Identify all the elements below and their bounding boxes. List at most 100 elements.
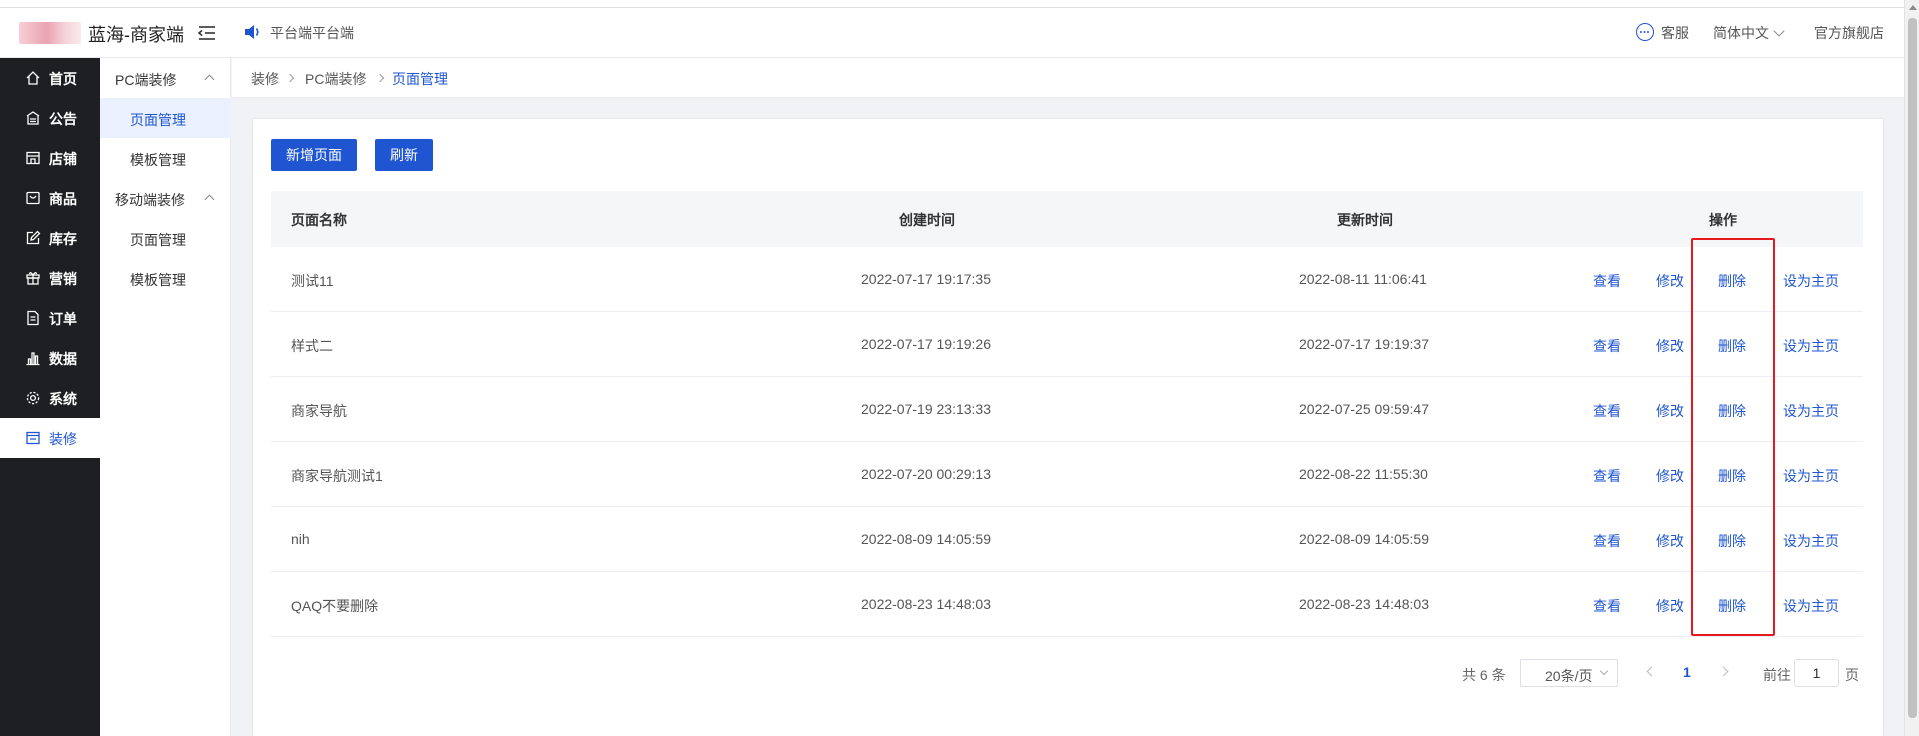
- document-icon: [27, 310, 39, 326]
- scrollbar-thumb[interactable]: [1908, 18, 1917, 718]
- customer-service-link[interactable]: 客服: [1661, 23, 1689, 43]
- menu-fold-icon[interactable]: [196, 23, 218, 43]
- app-title: 蓝海-商家端: [88, 25, 184, 45]
- submenu-group-mobile[interactable]: 移动端装修: [100, 178, 231, 218]
- sidebar-item-marketing[interactable]: 营销: [0, 258, 100, 298]
- column-header-actions: 操作: [1709, 212, 1737, 228]
- scroll-up-arrow-icon[interactable]: [1909, 5, 1917, 10]
- content-card: 新增页面 刷新 页面名称 创建时间 更新时间 操作 测试11 2022-07-1…: [252, 118, 1884, 736]
- breadcrumb: 装修 PC端装修 页面管理: [232, 58, 1904, 98]
- breadcrumb-decoration[interactable]: 装修: [251, 69, 279, 89]
- page-size-label: 20条/页: [1545, 668, 1593, 684]
- page-name: 测试11: [291, 273, 334, 289]
- chevron-up-icon: [204, 194, 215, 205]
- goto-page-input[interactable]: [1794, 659, 1839, 687]
- customer-service-icon[interactable]: [1636, 23, 1654, 41]
- submenu-group-pc[interactable]: PC端装修: [100, 58, 231, 98]
- edit-link[interactable]: 修改: [1656, 596, 1684, 616]
- chevron-down-icon: [1599, 666, 1609, 676]
- submenu-item-mobile-templates[interactable]: 模板管理: [100, 258, 231, 298]
- updated-time: 2022-08-22 11:55:30: [1299, 466, 1428, 482]
- edit-link[interactable]: 修改: [1656, 271, 1684, 291]
- language-select[interactable]: 简体中文: [1713, 23, 1785, 43]
- updated-time: 2022-07-17 19:19:37: [1299, 336, 1429, 352]
- view-link[interactable]: 查看: [1593, 596, 1621, 616]
- sidebar-item-label: 店铺: [49, 151, 77, 167]
- sidebar-item-orders[interactable]: 订单: [0, 298, 100, 338]
- decorate-icon: [26, 431, 40, 445]
- edit-link[interactable]: 修改: [1656, 336, 1684, 356]
- table-row: 测试11 2022-07-17 19:17:35 2022-08-11 11:0…: [271, 247, 1863, 312]
- page-name: 样式二: [291, 338, 333, 354]
- set-homepage-link[interactable]: 设为主页: [1783, 531, 1839, 551]
- sidebar-item-home[interactable]: 首页: [0, 58, 100, 98]
- edit-icon: [26, 230, 41, 245]
- sidebar-item-label: 装修: [49, 431, 77, 447]
- column-header-name: 页面名称: [291, 212, 347, 228]
- notice-board-icon: [26, 111, 40, 125]
- set-homepage-link[interactable]: 设为主页: [1783, 271, 1839, 291]
- sidebar-item-goods[interactable]: 商品: [0, 178, 100, 218]
- store-name[interactable]: 官方旗舰店: [1814, 23, 1884, 43]
- chevron-down-icon: [1773, 25, 1785, 37]
- shop-icon: [26, 151, 40, 165]
- created-time: 2022-08-23 14:48:03: [861, 596, 991, 612]
- view-link[interactable]: 查看: [1593, 271, 1621, 291]
- goto-label: 前往: [1763, 667, 1791, 683]
- created-time: 2022-08-09 14:05:59: [861, 531, 991, 547]
- chevron-right-icon: [285, 73, 295, 83]
- sub-menu: PC端装修 页面管理 模板管理 移动端装修 页面管理 模板管理: [100, 58, 231, 736]
- sidebar-item-decoration[interactable]: 装修: [0, 418, 100, 458]
- submenu-item-label: 页面管理: [130, 112, 186, 128]
- refresh-button[interactable]: 刷新: [375, 139, 433, 171]
- edit-link[interactable]: 修改: [1656, 466, 1684, 486]
- page-number-current[interactable]: 1: [1683, 664, 1691, 680]
- set-homepage-link[interactable]: 设为主页: [1783, 401, 1839, 421]
- chevron-right-icon: [375, 73, 385, 83]
- submenu-item-pc-pages[interactable]: 页面管理: [100, 98, 231, 138]
- goods-icon: [26, 191, 40, 205]
- sidebar-item-label: 首页: [49, 71, 77, 87]
- language-label: 简体中文: [1713, 25, 1769, 41]
- gear-icon: [26, 391, 40, 405]
- top-header: 蓝海-商家端 平台端平台端 客服 简体中文 官方旗舰店: [0, 8, 1904, 58]
- submenu-group-label: PC端装修: [115, 72, 177, 88]
- browser-top-strip: [0, 0, 1904, 8]
- speaker-icon: [245, 25, 259, 39]
- platform-notice: 平台端平台端: [270, 25, 354, 41]
- chevron-up-icon: [204, 74, 215, 85]
- sidebar-item-label: 系统: [49, 391, 77, 407]
- submenu-item-mobile-pages[interactable]: 页面管理: [100, 218, 231, 258]
- page-size-select[interactable]: 20条/页: [1520, 659, 1618, 687]
- sidebar-item-inventory[interactable]: 库存: [0, 218, 100, 258]
- submenu-item-label: 模板管理: [130, 152, 186, 168]
- breadcrumb-pc-decoration[interactable]: PC端装修: [305, 69, 366, 89]
- updated-time: 2022-08-11 11:06:41: [1299, 271, 1427, 287]
- sidebar-item-label: 订单: [49, 311, 77, 327]
- created-time: 2022-07-17 19:17:35: [861, 271, 991, 287]
- table-row: 样式二 2022-07-17 19:19:26 2022-07-17 19:19…: [271, 312, 1863, 377]
- vertical-scrollbar[interactable]: [1904, 0, 1919, 736]
- sidebar-item-data[interactable]: 数据: [0, 338, 100, 378]
- sidebar-item-system[interactable]: 系统: [0, 378, 100, 418]
- breadcrumb-current: 页面管理: [392, 71, 448, 87]
- sidebar-item-label: 数据: [49, 351, 77, 367]
- set-homepage-link[interactable]: 设为主页: [1783, 466, 1839, 486]
- view-link[interactable]: 查看: [1593, 401, 1621, 421]
- view-link[interactable]: 查看: [1593, 336, 1621, 356]
- edit-link[interactable]: 修改: [1656, 531, 1684, 551]
- table-row: QAQ不要删除 2022-08-23 14:48:03 2022-08-23 1…: [271, 572, 1863, 637]
- submenu-item-pc-templates[interactable]: 模板管理: [100, 138, 231, 178]
- sidebar-item-shop[interactable]: 店铺: [0, 138, 100, 178]
- edit-link[interactable]: 修改: [1656, 401, 1684, 421]
- submenu-item-label: 模板管理: [130, 272, 186, 288]
- view-link[interactable]: 查看: [1593, 466, 1621, 486]
- sidebar-item-notice[interactable]: 公告: [0, 98, 100, 138]
- pagination-total: 共 6 条: [1462, 667, 1506, 683]
- created-time: 2022-07-20 00:29:13: [861, 466, 991, 482]
- view-link[interactable]: 查看: [1593, 531, 1621, 551]
- set-homepage-link[interactable]: 设为主页: [1783, 596, 1839, 616]
- add-page-button[interactable]: 新增页面: [271, 139, 357, 171]
- set-homepage-link[interactable]: 设为主页: [1783, 336, 1839, 356]
- sidebar-item-label: 公告: [49, 111, 77, 127]
